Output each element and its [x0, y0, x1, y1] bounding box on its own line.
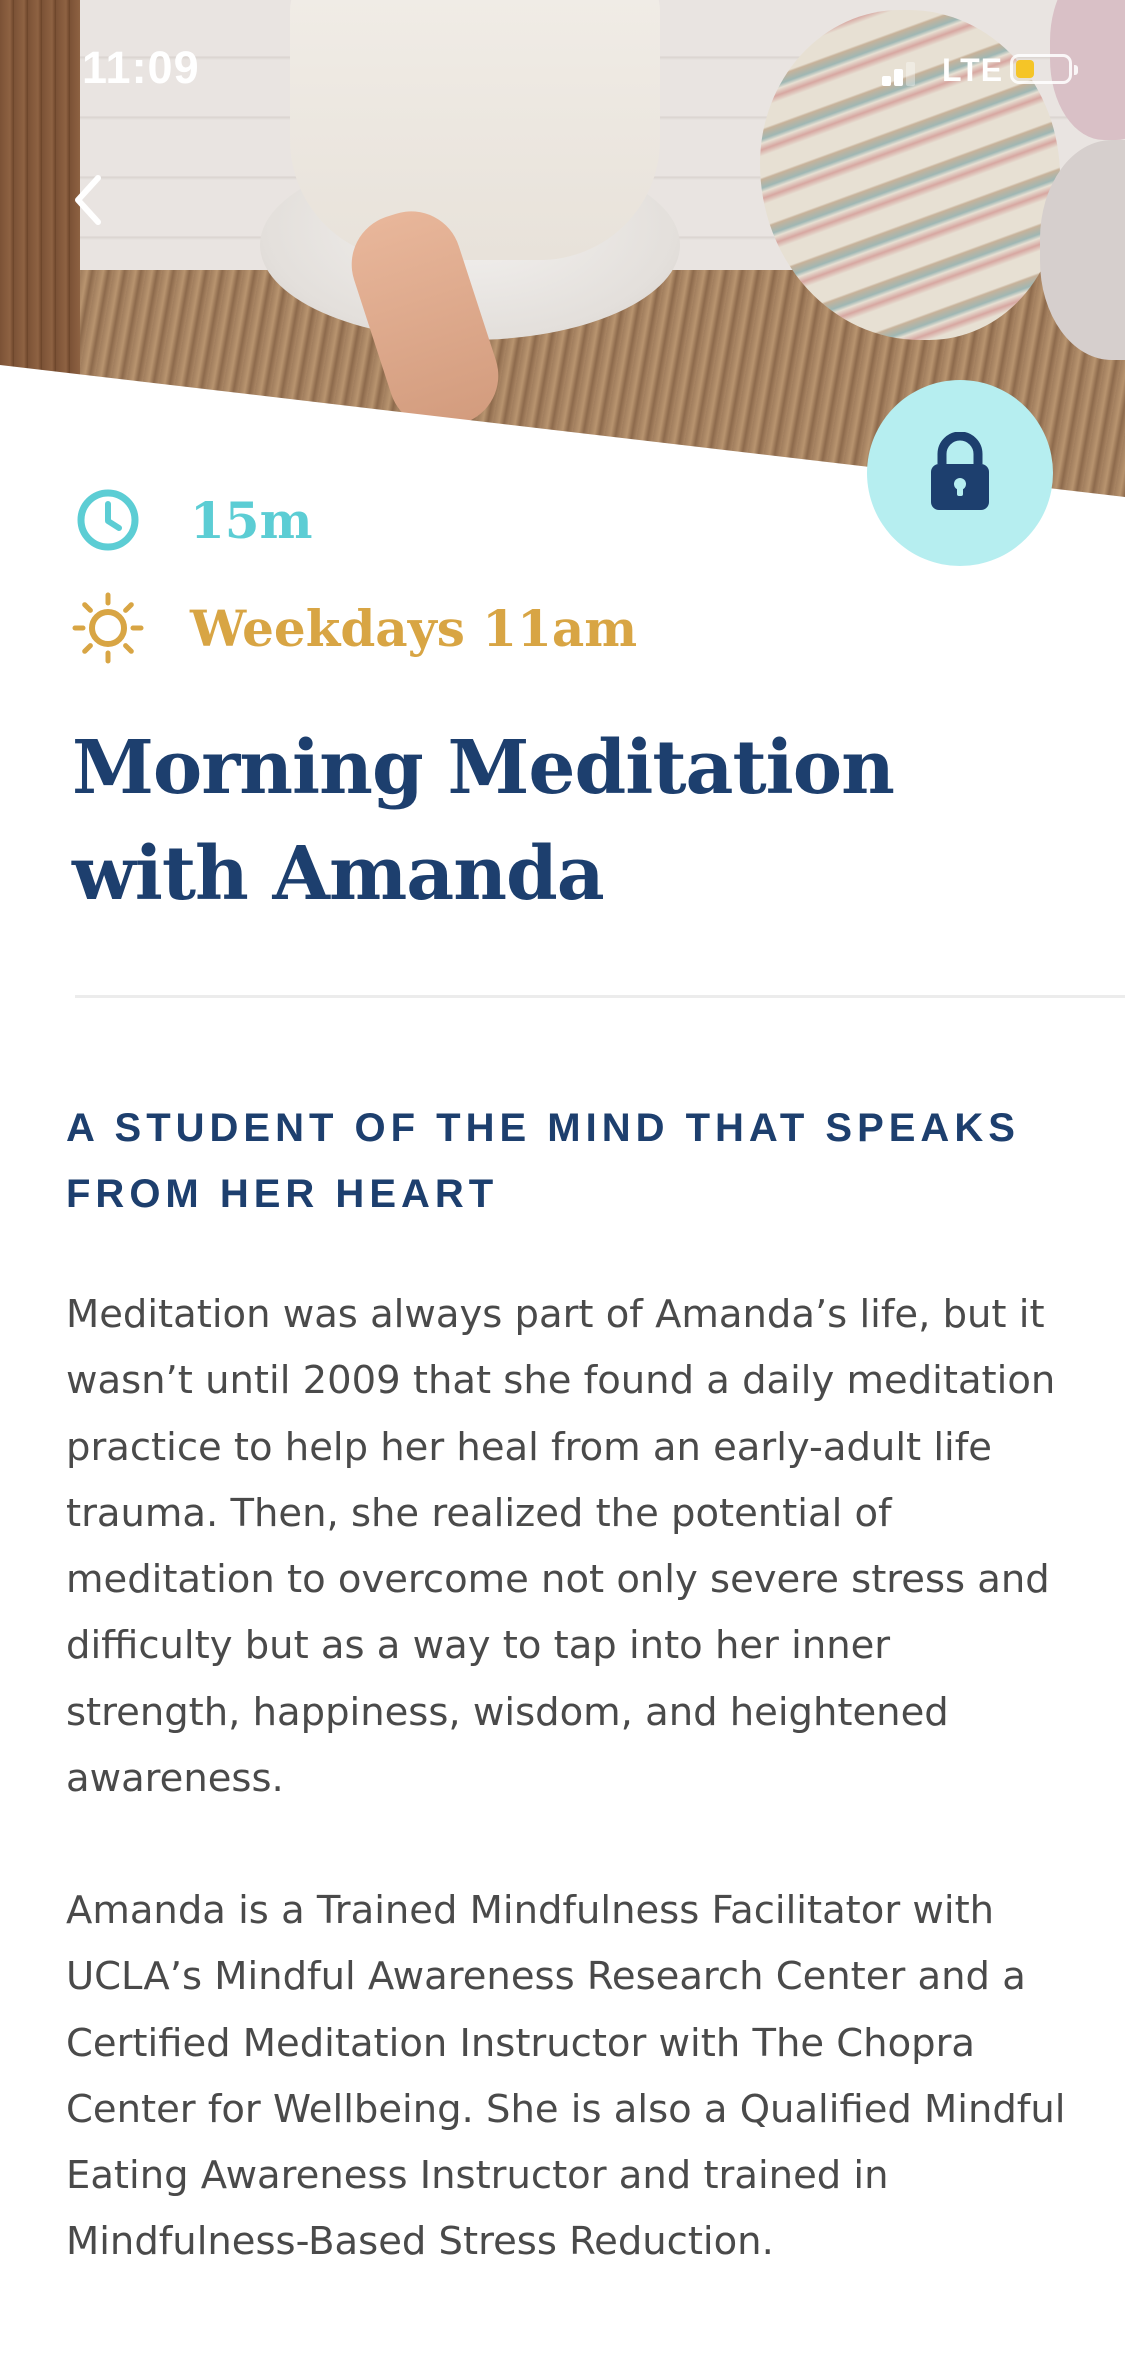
- clock-icon: [77, 489, 139, 551]
- bio-paragraph: Amanda is a Trained Mindfulness Facilita…: [66, 1888, 1066, 2265]
- status-time: 11:09: [82, 42, 200, 93]
- back-button[interactable]: [70, 170, 110, 230]
- sun-icon: [72, 592, 144, 664]
- lock-button[interactable]: [867, 380, 1053, 566]
- duration-text: 15m: [190, 490, 313, 550]
- schedule-text: Weekdays 11am: [190, 598, 638, 658]
- page-title: Morning Meditation with Amanda: [72, 725, 895, 917]
- bio-paragraph: Meditation was always part of Amanda’s l…: [66, 1292, 1056, 1802]
- divider: [75, 995, 1125, 998]
- section-heading: A STUDENT OF THE MIND THAT SPEAKS FROM H…: [66, 1106, 1020, 1216]
- lock-icon: [931, 432, 989, 510]
- network-type: LTE: [942, 52, 1004, 88]
- duration-row: 15m: [72, 485, 313, 555]
- status-bar: 11:09 LTE: [0, 0, 1125, 130]
- signal-icon: [882, 58, 915, 86]
- schedule-row: Weekdays 11am: [72, 592, 638, 664]
- chevron-left-icon: [75, 175, 101, 225]
- battery-icon: [1010, 54, 1078, 84]
